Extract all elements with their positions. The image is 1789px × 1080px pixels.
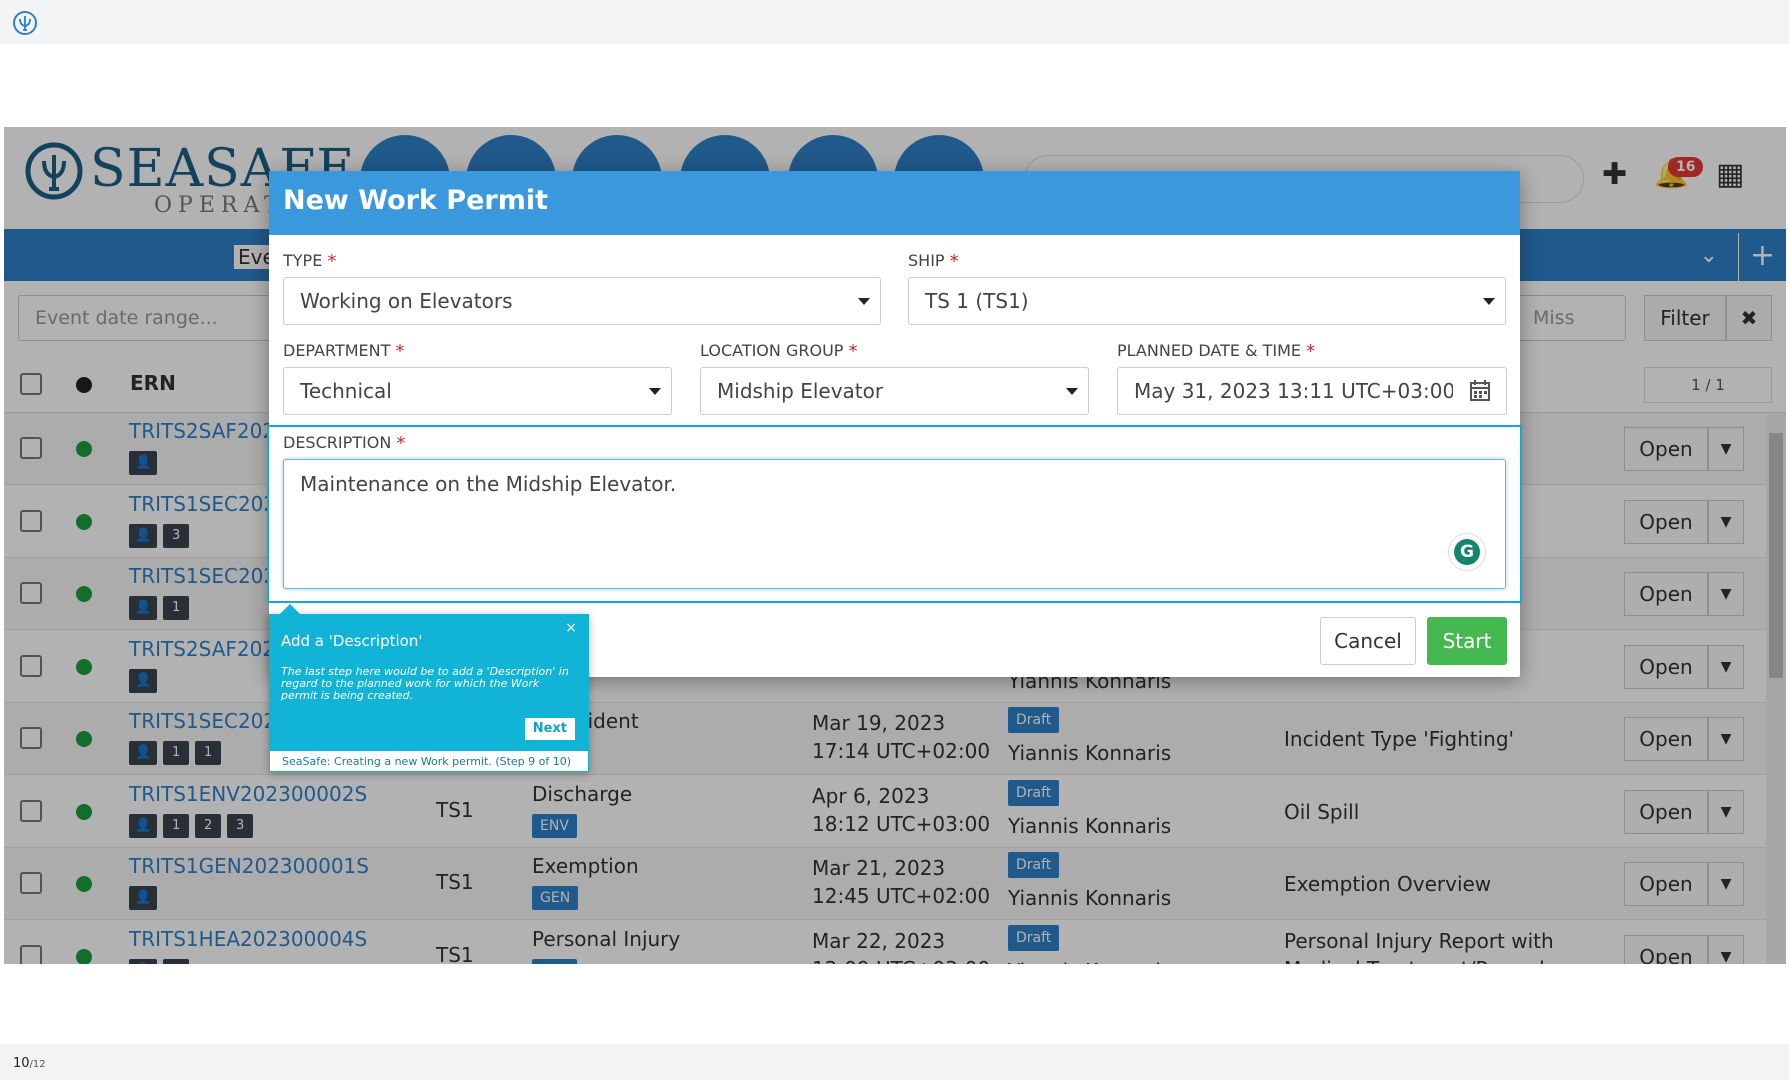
ship-select[interactable]: TS 1 (TS1) <box>908 277 1506 325</box>
description-textarea[interactable]: Maintenance on the Midship Elevator. <box>283 459 1506 589</box>
planned-date-input[interactable]: May 31, 2023 13:11 UTC+03:00 <box>1117 367 1456 415</box>
tour-close-icon[interactable]: × <box>565 620 577 636</box>
page-counter-total: /12 <box>29 1059 46 1070</box>
top-bar <box>0 0 1789 44</box>
calendar-icon <box>1470 380 1490 401</box>
page-counter-current: 10 <box>13 1056 30 1071</box>
grammarly-icon: G <box>1454 539 1480 565</box>
tour-arrow <box>280 604 300 614</box>
tour-body: The last step here would be to add a 'De… <box>281 665 569 702</box>
caret-down-icon <box>858 298 870 305</box>
tour-tooltip: × Add a 'Description' The last step here… <box>269 604 589 772</box>
tour-title: Add a 'Description' <box>281 632 423 650</box>
grammarly-button[interactable]: G <box>1448 533 1486 571</box>
seasafe-logo-icon[interactable] <box>12 10 38 36</box>
location-group-label: LOCATION GROUP * <box>700 341 858 362</box>
ship-select-value: TS 1 (TS1) <box>925 289 1029 313</box>
planned-date-value: May 31, 2023 13:11 UTC+03:00 <box>1134 379 1456 403</box>
start-button[interactable]: Start <box>1427 617 1507 665</box>
tour-footer: SeaSafe: Creating a new Work permit. (St… <box>269 750 589 772</box>
type-select[interactable]: Working on Elevators <box>283 277 881 325</box>
description-field-highlight: DESCRIPTION * Maintenance on the Midship… <box>267 425 1522 603</box>
planned-date-label: PLANNED DATE & TIME * <box>1117 341 1316 362</box>
tour-next-button[interactable]: Next <box>524 718 575 740</box>
location-group-select-value: Midship Elevator <box>717 379 884 403</box>
department-select[interactable]: Technical <box>283 367 672 415</box>
modal-title: New Work Permit <box>269 171 1520 235</box>
page-counter: 10/12 <box>0 1044 1789 1080</box>
cancel-button[interactable]: Cancel <box>1320 617 1416 665</box>
description-label: DESCRIPTION * <box>283 433 406 454</box>
department-select-value: Technical <box>300 379 392 403</box>
location-group-select[interactable]: Midship Elevator <box>700 367 1089 415</box>
new-work-permit-modal: New Work Permit TYPE * Working on Elevat… <box>267 171 1522 677</box>
caret-down-icon <box>1483 298 1495 305</box>
calendar-button[interactable] <box>1453 367 1507 415</box>
caret-down-icon <box>649 388 661 395</box>
type-label: TYPE * <box>283 251 337 272</box>
type-select-value: Working on Elevators <box>300 289 513 313</box>
ship-label: SHIP * <box>908 251 959 272</box>
caret-down-icon <box>1066 388 1078 395</box>
department-label: DEPARTMENT * <box>283 341 405 362</box>
